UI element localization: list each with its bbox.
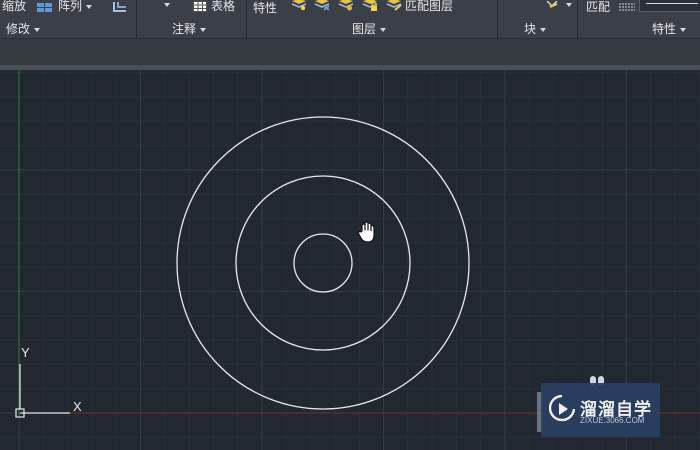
chevron-down-icon[interactable] [540,27,547,32]
chevron-down-icon[interactable] [86,4,93,9]
block-edit-icon[interactable] [545,0,559,17]
panel-divider [497,0,498,38]
ucs-y-label: Y [21,345,30,360]
join-icon[interactable] [112,0,128,18]
layer-lock-icon[interactable] [362,0,378,16]
layer-tool-icon[interactable] [291,0,307,16]
ucs-x-label: X [73,399,82,414]
layer-properties-button[interactable]: 特性 [253,1,277,15]
scale-button[interactable]: 缩放 [2,0,26,13]
panel-block-label: 块 [524,22,537,36]
chevron-down-icon[interactable] [34,27,41,32]
chevron-down-icon[interactable] [380,27,387,32]
watermark-url: ZIXUE.3066.COM [580,416,645,425]
panel-properties-title[interactable]: 特性 [652,22,687,36]
chevron-down-icon[interactable] [200,27,207,32]
panel-divider [136,0,137,38]
match-properties-button[interactable]: 匹配 [586,0,610,14]
match-layer-button[interactable]: 匹配图层 [405,0,453,13]
panel-annotation-title[interactable]: 注释 [172,22,207,36]
match-layer-icon[interactable] [386,0,402,16]
array-button[interactable]: 阵列 [58,0,93,13]
panel-modify-title[interactable]: 修改 [6,22,41,36]
autocad-window: 缩放 阵列 修改 表格 注释 特性 匹配图层 图层 块 匹配 特性 Y X 溜溜… [0,0,700,450]
play-logo-icon [549,395,575,422]
linetype-preview [646,3,698,4]
array-icon[interactable] [37,0,53,18]
panel-annotation-label: 注释 [172,22,197,36]
chevron-down-icon[interactable] [566,3,572,7]
watermark-badge: 溜溜自学 ZIXUE.3066.COM [541,383,660,437]
file-tab-bar [0,39,700,65]
panel-layers-label: 图层 [352,22,377,36]
layer-tool-icon[interactable] [314,0,330,16]
panel-divider [246,0,247,38]
array-label: 阵列 [58,0,83,13]
layer-tool-icon[interactable] [338,0,354,16]
linetype-dropdown[interactable] [639,0,700,12]
panel-modify-label: 修改 [6,22,31,36]
table-button[interactable]: 表格 [211,0,235,13]
ribbon: 缩放 阵列 修改 表格 注释 特性 匹配图层 图层 块 匹配 特性 [0,0,700,39]
panel-block-title[interactable]: 块 [524,22,547,36]
panel-layers-title[interactable]: 图层 [352,22,387,36]
table-icon[interactable] [193,0,207,17]
linetype-icon[interactable] [619,0,635,17]
chevron-down-icon[interactable] [680,27,687,32]
panel-properties-label: 特性 [652,22,677,36]
chevron-down-icon[interactable] [164,3,170,7]
panel-divider [577,0,578,38]
